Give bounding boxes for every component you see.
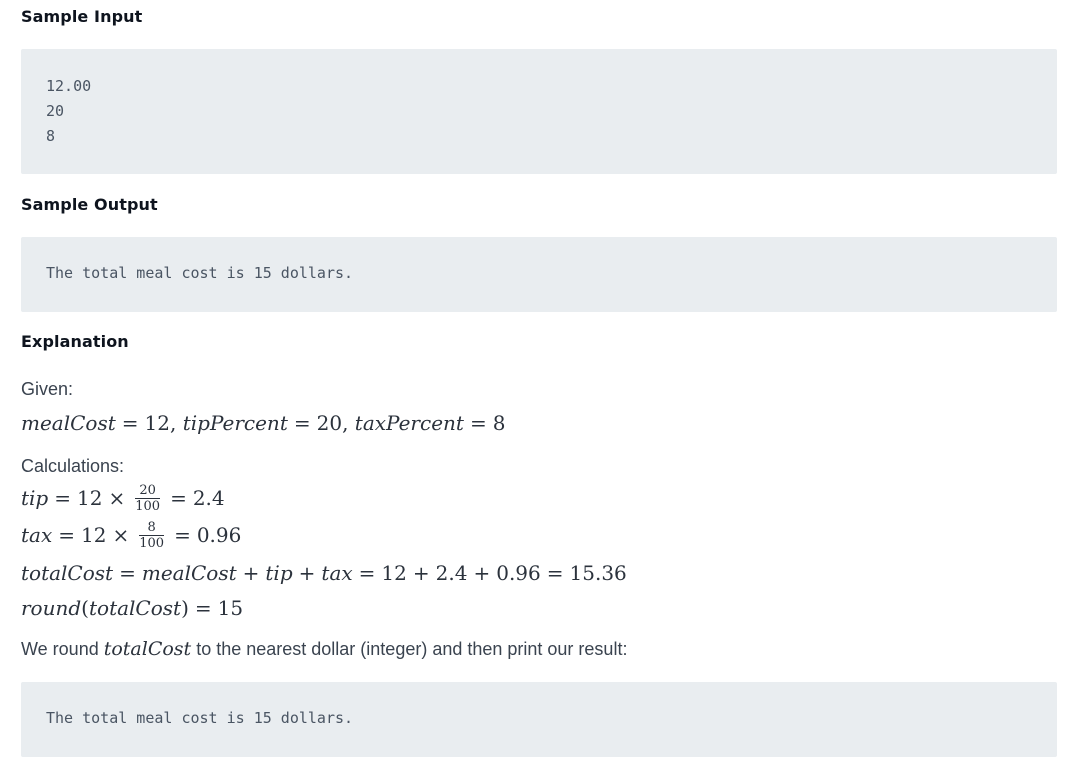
tax-base: 12 (81, 523, 107, 547)
tip-percent-var: tipPercent (182, 411, 288, 435)
calculations-label: Calculations: (21, 456, 125, 476)
meal-cost-value: 12 (144, 411, 170, 435)
sample-output-box: The total meal cost is 15 dollars. (21, 237, 1057, 312)
meal-cost-var: mealCost (21, 411, 116, 435)
tax-percent-value: 8 (492, 411, 506, 435)
note-suffix: to the nearest dollar (integer) and then… (191, 639, 628, 659)
tip-equation: tip = 12 × 20 100 = 2.4 (21, 483, 225, 514)
note-var: totalCost (103, 638, 192, 660)
tax-numerator: 8 (139, 521, 165, 536)
sample-input-line: 12.00 (46, 77, 92, 95)
tax-result: 0.96 (196, 523, 242, 547)
total-term-tax: tax (321, 561, 353, 585)
total-term-meal: mealCost (141, 561, 237, 585)
total-value-2: 2.4 (435, 561, 468, 585)
explanation-heading: Explanation (21, 332, 129, 351)
tax-denominator: 100 (139, 536, 165, 551)
round-equation: round(totalCost) = 15 (21, 596, 244, 620)
tip-numerator: 20 (135, 484, 161, 499)
total-result: 15.36 (569, 561, 627, 585)
tax-fraction: 8 100 (139, 521, 165, 551)
sample-input-line: 20 (46, 102, 65, 120)
round-fn: round (21, 596, 82, 620)
tip-fraction: 20 100 (135, 484, 161, 514)
final-output-text: The total meal cost is 15 dollars. (46, 709, 354, 727)
round-result: 15 (217, 596, 244, 620)
sample-input-box: 12.00 20 8 (21, 49, 1057, 174)
round-arg: totalCost (88, 596, 182, 620)
sample-output-heading: Sample Output (21, 195, 158, 214)
rounding-note: We round totalCost to the nearest dollar… (21, 638, 627, 660)
tax-var: tax (21, 523, 53, 547)
tip-percent-value: 20 (316, 411, 343, 435)
total-term-tip: tip (265, 561, 293, 585)
tip-denominator: 100 (135, 499, 161, 514)
note-prefix: We round (21, 639, 104, 659)
given-label: Given: (21, 379, 74, 399)
tax-percent-var: taxPercent (354, 411, 464, 435)
sample-output-text: The total meal cost is 15 dollars. (46, 264, 354, 282)
tip-base: 12 (77, 486, 103, 510)
sample-input-heading: Sample Input (21, 7, 143, 26)
total-equation: totalCost = mealCost + tip + tax = 12 +2.4 +0.96 = 1… (21, 561, 627, 585)
total-value-3: 0.96 (496, 561, 541, 585)
sample-input-line: 8 (46, 127, 56, 145)
final-output-box: The total meal cost is 15 dollars. (21, 682, 1057, 757)
tip-result: 2.4 (192, 486, 225, 510)
given-equation: mealCost = 12, tipPercent = 20, taxPercent = 8 (21, 411, 506, 435)
total-value-1: 12 (381, 561, 407, 585)
tax-equation: tax = 12 × 8 100 = 0.96 (21, 520, 242, 551)
total-cost-var: totalCost (21, 561, 114, 585)
tip-var: tip (21, 486, 49, 510)
